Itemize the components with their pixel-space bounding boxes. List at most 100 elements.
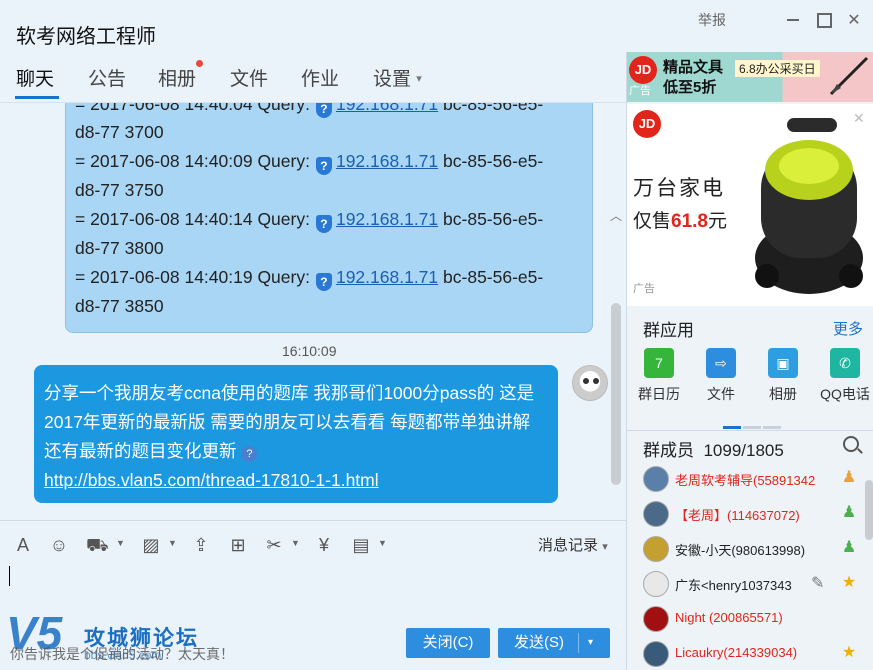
ip-link[interactable]: 192.168.1.71 bbox=[336, 103, 438, 114]
bubble-check-icon[interactable]: ▤ bbox=[350, 534, 372, 556]
log-line: d8-77 3700 bbox=[75, 122, 164, 142]
tab-homework[interactable]: 作业 bbox=[301, 64, 339, 91]
more-apps-link[interactable]: 更多 bbox=[833, 318, 863, 339]
member-row[interactable]: Night (200865571) bbox=[627, 602, 873, 637]
apps-pager[interactable] bbox=[723, 416, 783, 434]
edit-icon[interactable]: ✎ bbox=[811, 573, 824, 593]
font-icon[interactable]: A bbox=[12, 534, 34, 556]
close-button[interactable]: 关闭(C) bbox=[406, 628, 490, 658]
jd-logo: JD bbox=[633, 110, 661, 138]
avatar[interactable] bbox=[643, 571, 669, 597]
log-line: d8-77 3800 bbox=[75, 238, 164, 258]
gift-icon[interactable]: ⛟ bbox=[86, 534, 109, 556]
app-album[interactable]: ▣ 相册 bbox=[753, 348, 813, 404]
message-timestamp: 16:10:09 bbox=[282, 343, 337, 359]
title-bar: 软考网络工程师 举报 ✕ bbox=[0, 0, 873, 52]
avatar[interactable] bbox=[643, 536, 669, 562]
pager-dot[interactable] bbox=[723, 426, 741, 429]
notification-dot bbox=[196, 60, 203, 67]
image-icon[interactable]: ▨ bbox=[140, 534, 162, 556]
app-label: 群日历 bbox=[638, 386, 680, 402]
app-qq-call[interactable]: ✆ QQ电话 bbox=[815, 348, 873, 404]
search-icon[interactable] bbox=[843, 436, 859, 452]
tab-album[interactable]: 相册 bbox=[158, 64, 196, 91]
avatar[interactable] bbox=[643, 466, 669, 492]
app-label: QQ电话 bbox=[820, 386, 870, 402]
chevron-down-icon[interactable]: ▼ bbox=[291, 538, 300, 548]
group-members-title: 群成员 1099/1805 bbox=[643, 441, 784, 460]
scissors-icon[interactable]: ✂ bbox=[263, 534, 285, 556]
send-divider bbox=[578, 633, 579, 653]
ad-banner-appliance[interactable]: JD ✕ 万台家电 仅售61.8元 广告 bbox=[627, 104, 873, 306]
log-line: = 2017-06-08 14:40:09 Query:? 192.168.1.7… bbox=[75, 151, 544, 175]
upload-icon[interactable]: ⇪ bbox=[190, 534, 212, 556]
app-calendar[interactable]: 7 群日历 bbox=[629, 348, 689, 404]
member-name: 老周软考辅导(55891342 bbox=[675, 473, 816, 488]
member-row[interactable]: 安徽-小天(980613998) ♟ bbox=[627, 532, 873, 567]
maximize-button[interactable] bbox=[812, 10, 834, 28]
star-icon: ★ bbox=[841, 574, 857, 591]
tab-settings[interactable]: 设置 ▾ bbox=[373, 64, 422, 91]
ad2-title: 万台家电 bbox=[633, 177, 725, 200]
group-apps-title: 群应用 bbox=[643, 321, 694, 340]
app-files[interactable]: ⇨ 文件 bbox=[691, 348, 751, 404]
toolbox-icon[interactable]: ⊞ bbox=[227, 534, 249, 556]
tab-chat[interactable]: 聊天 bbox=[16, 64, 54, 91]
pen-icon bbox=[829, 56, 869, 96]
close-window-button[interactable]: ✕ bbox=[843, 10, 865, 29]
calendar-icon: 7 bbox=[644, 348, 674, 378]
ip-link[interactable]: 192.168.1.71 bbox=[336, 151, 438, 171]
chevron-down-icon[interactable]: ▼ bbox=[116, 538, 125, 548]
divider bbox=[627, 430, 873, 431]
sent-message-body: 分享一个我朋友考ccna使用的题库 我那哥们1000分pass的 这是2017年… bbox=[44, 383, 535, 461]
avatar[interactable] bbox=[572, 365, 608, 401]
ad1-tag: 6.8办公采买日 bbox=[735, 60, 820, 77]
minimize-button[interactable] bbox=[782, 10, 804, 28]
scroll-up-arrow[interactable]: ︿ bbox=[610, 207, 622, 224]
emoji-icon[interactable]: ☺ bbox=[48, 534, 70, 556]
chevron-down-icon[interactable]: ▼ bbox=[378, 538, 387, 548]
chat-scrollbar[interactable] bbox=[611, 303, 621, 485]
message-history-label: 消息记录 bbox=[538, 537, 599, 554]
message-input[interactable] bbox=[0, 566, 626, 620]
star-icon: ★ bbox=[841, 644, 857, 661]
message-history-button[interactable]: 消息记录 ▾ bbox=[538, 534, 608, 555]
chevron-down-icon[interactable]: ▾ bbox=[588, 628, 593, 658]
phone-icon: ✆ bbox=[830, 348, 860, 378]
ad-label: 广告 bbox=[629, 85, 651, 97]
avatar[interactable] bbox=[643, 606, 669, 632]
avatar[interactable] bbox=[643, 641, 669, 667]
log-line: d8-77 3750 bbox=[75, 180, 164, 200]
tab-settings-label: 设置 bbox=[373, 69, 412, 90]
ad-banner-stationery[interactable]: JD 精品文具 低至5折 6.8办公采买日 广告 bbox=[627, 52, 873, 102]
log-line: = 2017-06-08 14:40:19 Query:? 192.168.1.7… bbox=[75, 267, 544, 291]
admin-icon: ♟ bbox=[841, 539, 857, 556]
pager-dot[interactable] bbox=[743, 426, 761, 429]
thread-link[interactable]: http://bbs.vlan5.com/thread-17810-1-1.ht… bbox=[44, 470, 379, 490]
send-button[interactable]: 发送(S) ▾ bbox=[498, 628, 610, 658]
tab-announcement[interactable]: 公告 bbox=[88, 64, 126, 91]
members-scrollbar[interactable] bbox=[865, 480, 873, 540]
ip-link[interactable]: 192.168.1.71 bbox=[336, 267, 438, 287]
pager-dot[interactable] bbox=[763, 426, 781, 429]
ip-link[interactable]: 192.168.1.71 bbox=[336, 209, 438, 229]
tab-bar: 聊天 公告 相册 文件 作业 设置 ▾ bbox=[0, 62, 626, 100]
chat-messages[interactable]: = 2017-06-08 14:40:04 Query:? 192.168.1.7… bbox=[0, 102, 626, 520]
member-name: Night (200865571) bbox=[675, 610, 783, 625]
member-row[interactable]: Licaukry(214339034) ★ bbox=[627, 637, 873, 670]
app-label: 文件 bbox=[707, 386, 735, 402]
sent-message-text: 分享一个我朋友考ccna使用的题库 我那哥们1000分pass的 这是2017年… bbox=[44, 379, 550, 495]
avatar[interactable] bbox=[643, 501, 669, 527]
member-row[interactable]: 老周软考辅导(55891342 ♟ bbox=[627, 462, 873, 497]
member-name: 【老周】(114637072) bbox=[675, 508, 800, 523]
tip-text: 你告诉我是个促销的活动？太天真！ bbox=[10, 646, 234, 662]
member-row[interactable]: 广东<henry1037343 ✎ ★ bbox=[627, 567, 873, 602]
red-packet-icon[interactable]: ¥ bbox=[313, 534, 335, 556]
send-label: 发送(S) bbox=[514, 634, 564, 651]
member-row[interactable]: 【老周】(114637072) ♟ bbox=[627, 497, 873, 532]
chevron-down-icon[interactable]: ▼ bbox=[168, 538, 177, 548]
report-button[interactable]: 举报 bbox=[698, 10, 726, 30]
ad1-title: 精品文具 bbox=[663, 59, 724, 76]
help-icon: ? bbox=[241, 446, 258, 462]
tab-files[interactable]: 文件 bbox=[230, 64, 268, 91]
